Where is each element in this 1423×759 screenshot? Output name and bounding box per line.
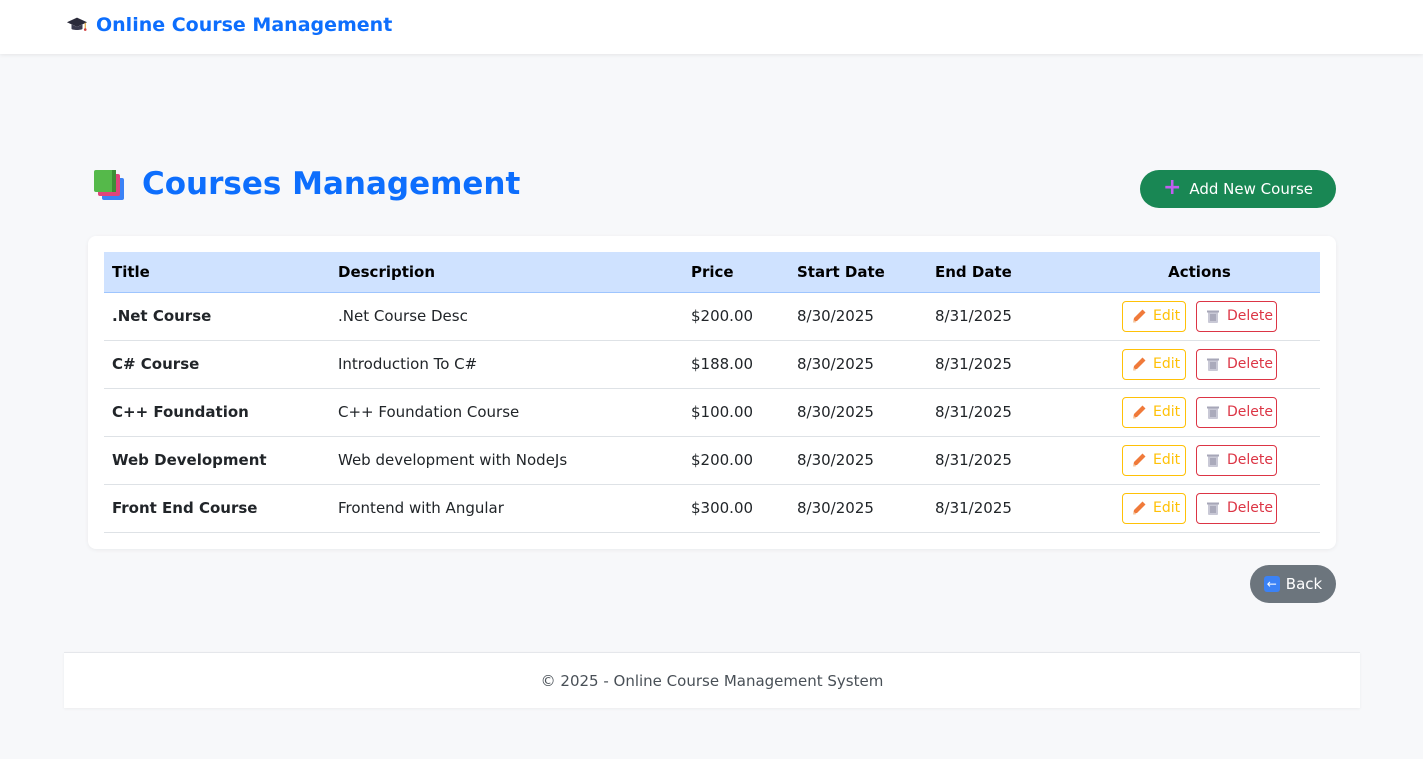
cell-description: Introduction To C#	[338, 355, 478, 373]
delete-button[interactable]: Delete	[1196, 348, 1277, 380]
edit-label: Edit	[1153, 452, 1181, 468]
table-row: Web Development Web development with Node…	[104, 436, 1320, 484]
trash-icon	[1205, 500, 1221, 516]
pencil-icon	[1131, 500, 1147, 516]
brand-text: Online Course Management	[96, 14, 393, 36]
back-button[interactable]: ← Back	[1250, 565, 1336, 603]
edit-label: Edit	[1153, 308, 1181, 324]
header-start-date[interactable]: Start Date	[789, 252, 927, 293]
cell-description: .Net Course Desc	[338, 307, 468, 325]
table-body: .Net Course .Net Course Desc $200.00 8/30/2…	[104, 292, 1320, 532]
header-title[interactable]: Title	[104, 252, 330, 293]
cell-description: C++ Foundation Course	[338, 403, 520, 421]
cell-description: Frontend with Angular	[338, 499, 504, 517]
navbar: Online Course Management	[0, 0, 1423, 54]
edit-button[interactable]: Edit	[1122, 444, 1186, 476]
delete-button[interactable]: Delete	[1196, 396, 1277, 428]
table-row: .Net Course .Net Course Desc $200.00 8/30/2…	[104, 292, 1320, 340]
cell-actions: Edit Delete	[1079, 484, 1320, 532]
cell-start-date: 8/30/2025	[797, 499, 874, 517]
books-icon	[94, 170, 124, 200]
footer: © 2025 - Online Course Management System	[64, 652, 1360, 708]
edit-button[interactable]: Edit	[1122, 300, 1186, 332]
cell-title: C++ Foundation	[112, 403, 249, 421]
edit-label: Edit	[1153, 500, 1181, 516]
edit-label: Edit	[1153, 356, 1181, 372]
header-actions: Actions	[1079, 252, 1320, 293]
table-row: Front End Course Frontend with Angular $30…	[104, 484, 1320, 532]
courses-table: Title Description Price Start Date End D…	[104, 252, 1320, 533]
pencil-icon	[1131, 308, 1147, 324]
cell-description: Web development with NodeJs	[338, 451, 568, 469]
cell-start-date: 8/30/2025	[797, 355, 874, 373]
cell-price: $100.00	[691, 403, 754, 421]
header-end-date[interactable]: End Date	[927, 252, 1079, 293]
edit-button[interactable]: Edit	[1122, 492, 1186, 524]
table-row: C++ Foundation C++ Foundation Course $100.…	[104, 388, 1320, 436]
edit-button[interactable]: Edit	[1122, 348, 1186, 380]
back-label: Back	[1285, 575, 1323, 593]
cell-title: .Net Course	[112, 307, 212, 325]
cell-end-date: 8/31/2025	[935, 403, 1012, 421]
table-row: C# Course Introduction To C# $188.00 8/30/2…	[104, 340, 1320, 388]
edit-button[interactable]: Edit	[1122, 396, 1186, 428]
cell-end-date: 8/31/2025	[935, 451, 1012, 469]
graduation-cap-icon	[66, 17, 88, 31]
cell-actions: Edit Delete	[1079, 388, 1320, 436]
plus-icon: +	[1162, 175, 1182, 200]
cell-title: Web Development	[112, 451, 267, 469]
delete-button[interactable]: Delete	[1196, 300, 1277, 332]
cell-price: $188.00	[691, 355, 754, 373]
cell-price: $200.00	[691, 451, 754, 469]
trash-icon	[1205, 308, 1221, 324]
pencil-icon	[1131, 356, 1147, 372]
delete-button[interactable]: Delete	[1196, 492, 1277, 524]
brand-link[interactable]: Online Course Management	[66, 14, 392, 36]
cell-end-date: 8/31/2025	[935, 499, 1012, 517]
delete-button[interactable]: Delete	[1196, 444, 1277, 476]
pencil-icon	[1131, 452, 1147, 468]
back-arrow-icon: ←	[1263, 576, 1280, 592]
cell-start-date: 8/30/2025	[797, 451, 874, 469]
page-heading: Courses Management	[92, 166, 520, 202]
pencil-icon	[1131, 404, 1147, 420]
page-title: Courses Management	[142, 166, 521, 202]
cell-title: Front End Course	[112, 499, 258, 517]
cell-end-date: 8/31/2025	[935, 307, 1012, 325]
cell-start-date: 8/30/2025	[797, 403, 874, 421]
footer-text: © 2025 - Online Course Management System	[540, 671, 884, 690]
add-new-course-button[interactable]: + Add New Course	[1140, 170, 1336, 208]
delete-label: Delete	[1227, 308, 1273, 324]
delete-label: Delete	[1227, 404, 1273, 420]
cell-price: $200.00	[691, 307, 754, 325]
cell-price: $300.00	[691, 499, 754, 517]
header-description[interactable]: Description	[330, 252, 683, 293]
delete-label: Delete	[1227, 356, 1273, 372]
delete-label: Delete	[1227, 452, 1273, 468]
trash-icon	[1205, 452, 1221, 468]
add-new-course-label: Add New Course	[1189, 180, 1314, 198]
cell-title: C# Course	[112, 355, 200, 373]
cell-actions: Edit Delete	[1079, 436, 1320, 484]
courses-card: Title Description Price Start Date End D…	[88, 236, 1336, 549]
trash-icon	[1205, 404, 1221, 420]
trash-icon	[1205, 356, 1221, 372]
delete-label: Delete	[1227, 500, 1273, 516]
table-header-row: Title Description Price Start Date End D…	[104, 252, 1320, 293]
cell-actions: Edit Delete	[1079, 340, 1320, 388]
cell-actions: Edit Delete	[1079, 292, 1320, 340]
edit-label: Edit	[1153, 404, 1181, 420]
cell-end-date: 8/31/2025	[935, 355, 1012, 373]
header-price[interactable]: Price	[683, 252, 789, 293]
cell-start-date: 8/30/2025	[797, 307, 874, 325]
